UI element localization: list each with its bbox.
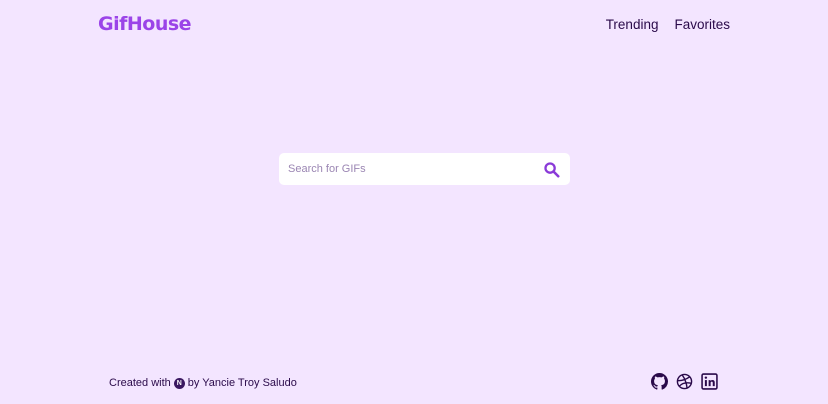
logo[interactable]: GifHouse xyxy=(98,13,192,35)
nav-favorites[interactable]: Favorites xyxy=(674,17,730,32)
search-bar xyxy=(279,153,570,185)
footer-credit: Created with N by Yancie Troy Saludo xyxy=(109,377,297,389)
dribbble-icon xyxy=(676,373,693,390)
linkedin-link[interactable] xyxy=(701,373,718,390)
framework-logo-icon: N xyxy=(173,377,185,389)
linkedin-icon xyxy=(701,373,718,390)
github-link[interactable] xyxy=(651,373,668,390)
search-button[interactable] xyxy=(541,159,561,179)
nav-trending[interactable]: Trending xyxy=(606,17,659,32)
created-with-text: Created with xyxy=(109,377,171,389)
search-icon xyxy=(543,161,560,178)
search-input[interactable] xyxy=(288,163,541,175)
social-links xyxy=(651,373,718,390)
author-text: by Yancie Troy Saludo xyxy=(187,377,297,389)
dribbble-link[interactable] xyxy=(676,373,693,390)
page: GifHouse Trending Favorites Created with… xyxy=(0,0,828,404)
main-nav: Trending Favorites xyxy=(606,17,730,32)
github-icon xyxy=(651,373,668,390)
